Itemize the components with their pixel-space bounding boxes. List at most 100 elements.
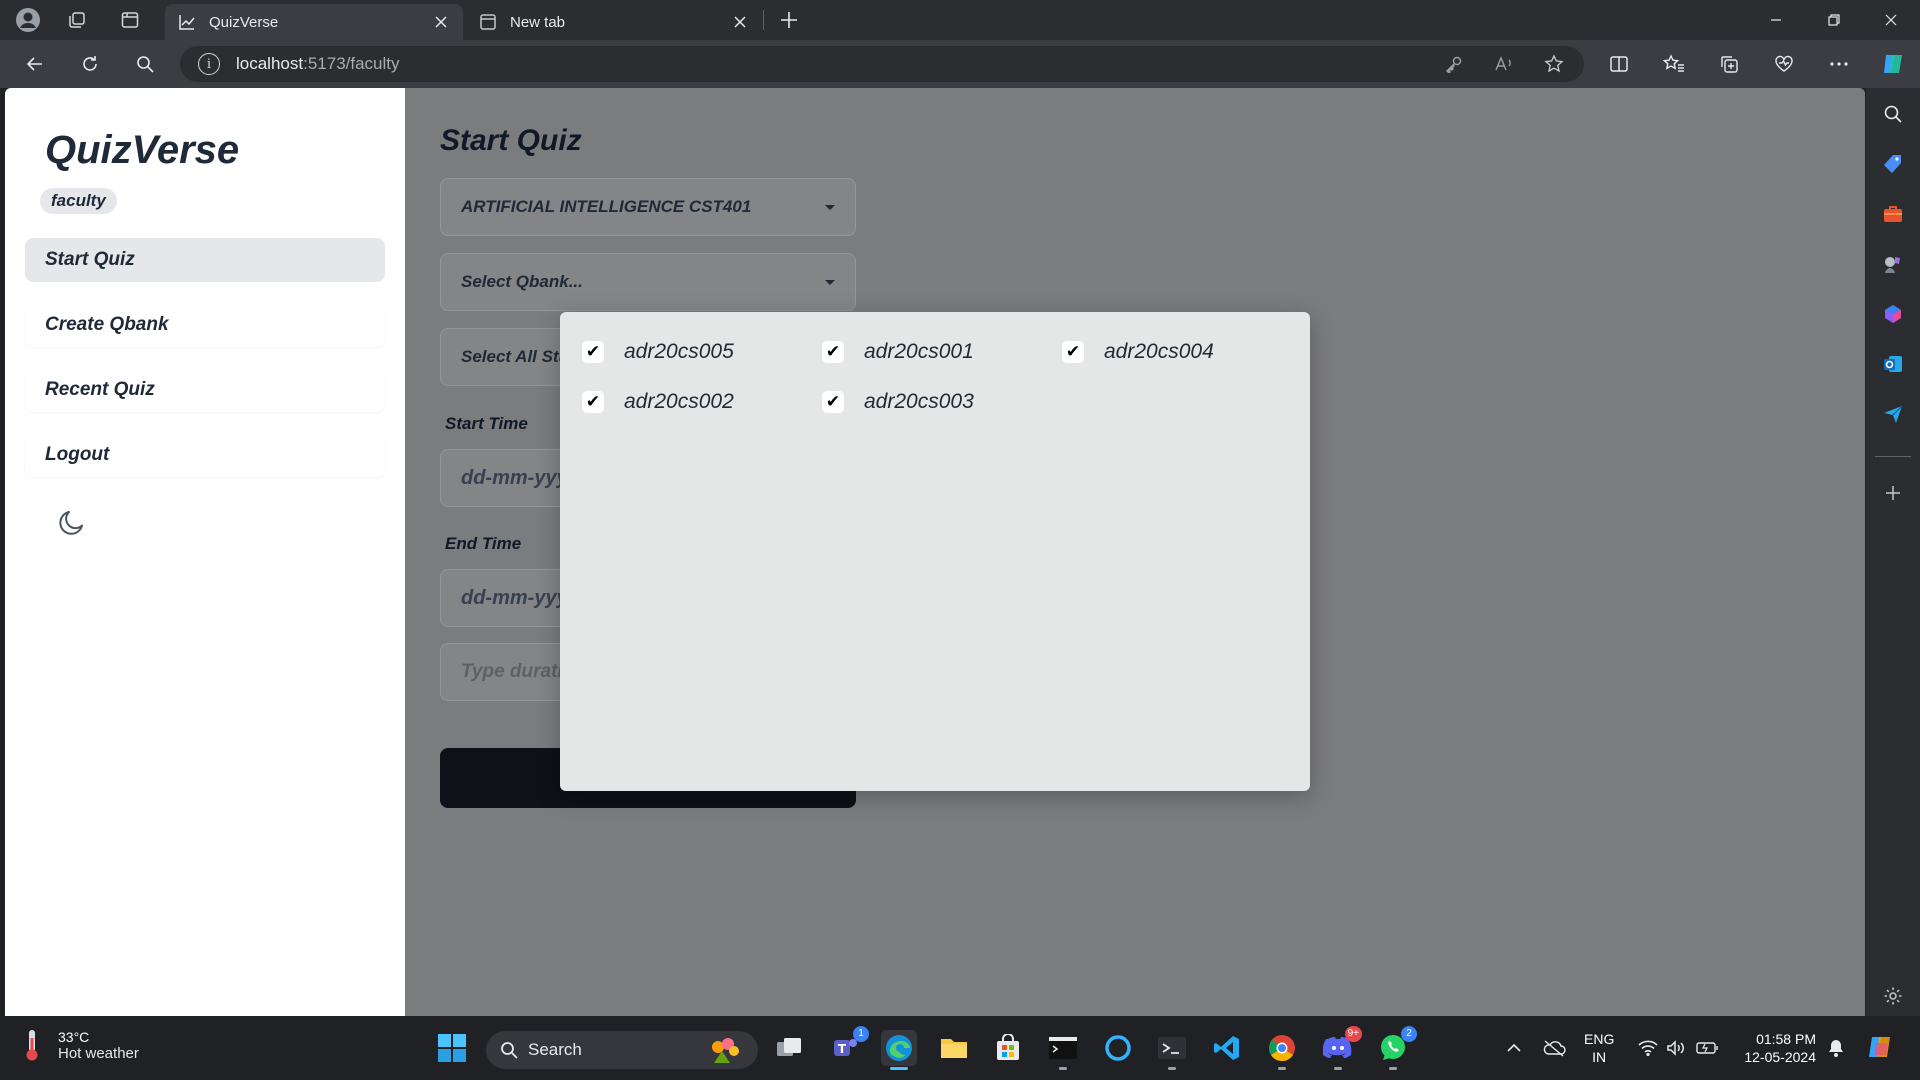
search-icon[interactable] (131, 50, 159, 78)
refresh-icon[interactable] (76, 50, 104, 78)
checkbox-checked[interactable]: ✔ (822, 391, 844, 413)
copilot-icon[interactable] (1879, 50, 1907, 78)
weather-widget[interactable]: 33°C Hot weather (24, 1028, 139, 1062)
tab-title: New tab (510, 13, 566, 31)
favorites-icon[interactable] (1660, 50, 1688, 78)
taskbar-search[interactable]: Search (486, 1031, 758, 1069)
menu-item-label: Logout (45, 444, 110, 465)
site-info-icon[interactable]: i (198, 53, 220, 75)
menu-item-logout[interactable]: Logout (25, 433, 385, 477)
search-label: Search (528, 1040, 582, 1059)
address-bar[interactable]: i localhost:5173/faculty (180, 46, 1584, 82)
chrome-icon[interactable] (1264, 1030, 1300, 1070)
running-indicator (1059, 1067, 1067, 1070)
back-arrow-icon[interactable] (21, 50, 49, 78)
workspaces-icon[interactable] (63, 6, 91, 34)
new-tab-icon[interactable] (775, 6, 803, 34)
menu-item-recent-quiz[interactable]: Recent Quiz (25, 368, 385, 412)
outlook-icon[interactable] (1881, 352, 1905, 376)
cortana-ring-icon[interactable] (1100, 1030, 1136, 1066)
split-screen-icon[interactable] (1605, 50, 1633, 78)
new-tab-page-icon (478, 12, 498, 32)
chevron-up-icon[interactable] (1502, 1030, 1526, 1066)
student-id: adr20cs004 (1104, 340, 1214, 363)
copilot-m365-icon[interactable] (1881, 302, 1905, 326)
tools-briefcase-icon[interactable] (1881, 202, 1905, 226)
checkbox-checked[interactable]: ✔ (582, 391, 604, 413)
minimize-icon[interactable] (1748, 0, 1804, 40)
flower-bouquet-icon (712, 1038, 739, 1063)
student-option[interactable]: ✔ adr20cs002 (582, 390, 734, 414)
end-time-label: End Time (445, 534, 522, 553)
running-indicator (1389, 1067, 1397, 1070)
language-indicator[interactable]: ENG IN (1584, 1030, 1614, 1066)
read-aloud-icon[interactable] (1492, 52, 1516, 76)
lang-region: IN (1592, 1049, 1607, 1065)
windows-start-icon[interactable] (434, 1030, 470, 1066)
shopping-tag-icon[interactable] (1881, 152, 1905, 176)
start-time-value: dd-mm-yyy (461, 466, 568, 489)
menu-item-label: Start Quiz (45, 249, 135, 270)
url-path: :5173/faculty (303, 54, 400, 73)
student-select-modal: ✔ adr20cs005 ✔ adr20cs001 ✔ adr20cs004 ✔… (560, 312, 1310, 791)
tab-title: QuizVerse (209, 13, 279, 31)
profile-icon[interactable] (14, 6, 42, 34)
qbank-select[interactable]: Select Qbank... (440, 253, 856, 311)
discord-icon[interactable]: 9+ (1320, 1026, 1362, 1070)
volume-icon[interactable] (1664, 1030, 1688, 1066)
search-icon (501, 1042, 518, 1059)
system-clock[interactable]: 01:58 PM 12-05-2024 (1734, 1030, 1816, 1066)
vscode-icon[interactable] (1209, 1030, 1245, 1066)
favorite-star-icon[interactable] (1542, 52, 1566, 76)
weather-temp: 33°C (58, 1028, 90, 1045)
checkbox-checked[interactable]: ✔ (1062, 341, 1084, 363)
student-option[interactable]: ✔ adr20cs005 (582, 340, 734, 364)
close-icon[interactable] (730, 12, 750, 32)
edge-sidebar (1866, 88, 1920, 1016)
clock-date: 12-05-2024 (1744, 1049, 1816, 1065)
task-view-icon[interactable] (771, 1030, 807, 1066)
settings-gear-icon[interactable] (1881, 984, 1905, 1008)
copilot-taskbar-icon[interactable] (1864, 1030, 1896, 1066)
teams-icon[interactable]: T 1 (827, 1026, 869, 1066)
url-host: localhost (236, 54, 304, 73)
powershell-terminal-icon[interactable] (1154, 1030, 1190, 1070)
menu-item-start-quiz[interactable]: Start Quiz (25, 238, 385, 282)
tab-actions-icon[interactable] (116, 6, 144, 34)
file-explorer-icon[interactable] (936, 1030, 972, 1066)
terminal-icon[interactable] (1045, 1030, 1081, 1070)
student-option[interactable]: ✔ adr20cs004 (1062, 340, 1214, 364)
course-select[interactable]: ARTIFICIAL INTELLIGENCE CST401 (440, 178, 856, 236)
edge-browser-icon[interactable] (881, 1030, 917, 1070)
microsoft-store-icon[interactable] (990, 1030, 1026, 1066)
tab-quizverse[interactable]: QuizVerse (165, 4, 463, 40)
tab-new-tab[interactable]: New tab (466, 4, 762, 40)
close-icon[interactable] (431, 12, 451, 32)
student-id: adr20cs002 (624, 390, 734, 413)
add-icon[interactable] (1881, 481, 1905, 505)
student-option[interactable]: ✔ adr20cs001 (822, 340, 974, 364)
send-drop-icon[interactable] (1881, 402, 1905, 426)
restore-icon[interactable] (1806, 0, 1862, 40)
app-logo-text: QuizVerse (45, 128, 240, 172)
checkbox-checked[interactable]: ✔ (822, 341, 844, 363)
more-options-icon[interactable] (1825, 50, 1853, 78)
wifi-icon[interactable] (1636, 1030, 1660, 1066)
student-option[interactable]: ✔ adr20cs003 (822, 390, 974, 414)
search-icon[interactable] (1881, 102, 1905, 126)
running-indicator (1278, 1067, 1286, 1070)
whatsapp-icon[interactable]: 2 (1375, 1026, 1417, 1070)
checkbox-checked[interactable]: ✔ (582, 341, 604, 363)
notification-bell-icon[interactable] (1824, 1030, 1848, 1066)
collections-icon[interactable] (1715, 50, 1743, 78)
onedrive-offline-icon[interactable] (1540, 1030, 1568, 1066)
password-key-icon[interactable] (1442, 52, 1466, 76)
browser-essentials-icon[interactable] (1770, 50, 1798, 78)
menu-item-create-qbank[interactable]: Create Qbank (25, 303, 385, 347)
games-icon[interactable] (1881, 252, 1905, 276)
close-window-icon[interactable] (1863, 0, 1919, 40)
thermometer-icon (26, 1030, 38, 1061)
moon-icon[interactable] (55, 505, 91, 541)
browser-toolbar: i localhost:5173/faculty (0, 40, 1920, 88)
battery-icon[interactable] (1694, 1030, 1720, 1066)
